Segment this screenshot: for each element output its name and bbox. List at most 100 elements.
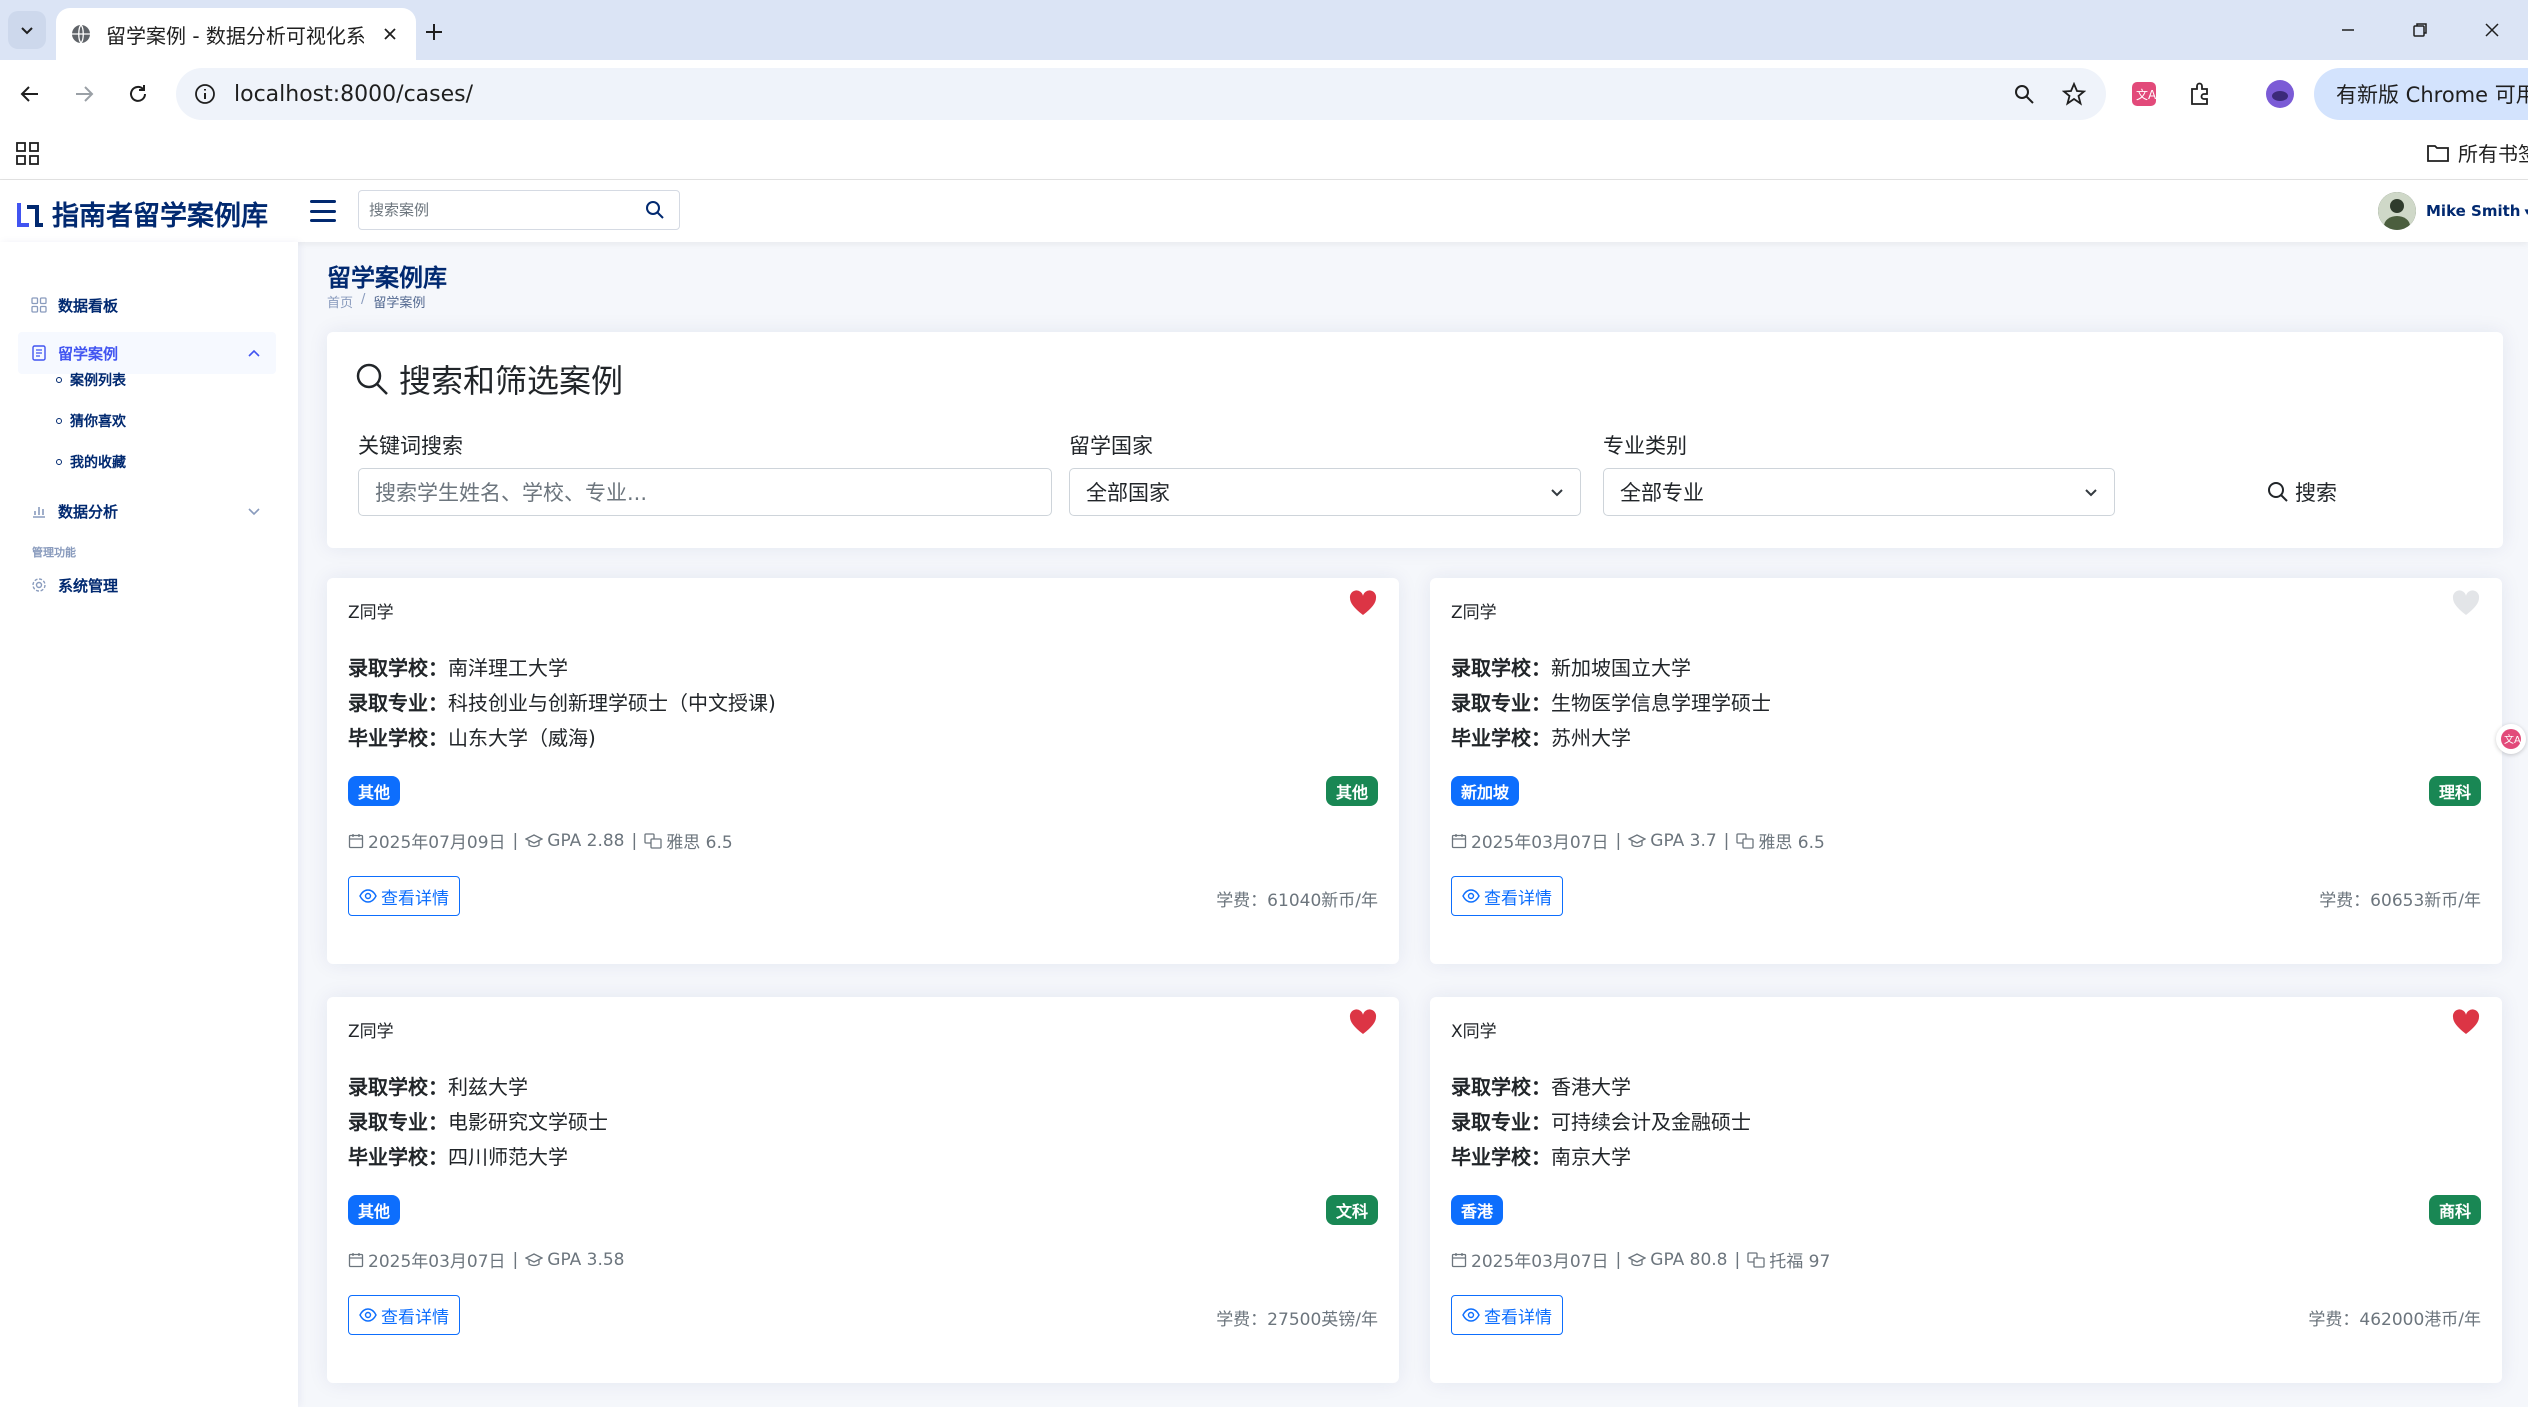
translate-icon [1736,832,1755,849]
keyword-input[interactable]: 搜索学生姓名、学校、专业... [358,468,1052,516]
info-icon[interactable] [194,83,216,105]
case-date: 2025年07月09日 [368,833,506,853]
reload-button[interactable] [118,74,158,114]
view-detail-button[interactable]: 查看详情 [1451,876,1563,916]
address-bar[interactable]: localhost:8000/cases/ [176,68,2106,120]
filter-title: 搜索和筛选案例 [355,356,623,402]
header-search-button[interactable] [635,191,675,229]
tab-title: 留学案例 - 数据分析可视化系统 [106,23,364,48]
country-label: 留学国家 [1069,434,1153,458]
breadcrumb-home[interactable]: 首页 [327,292,353,311]
translate-extension-icon[interactable]: 文A [2126,76,2162,112]
translate-icon [644,832,662,849]
brand-logo-link[interactable]: 指南者留学案例库 [16,194,268,233]
translate-icon: 文A [2132,82,2157,106]
plus-icon [426,24,442,40]
case-grad-school-line: 毕业学校：山东大学（威海) [348,722,596,751]
view-detail-button[interactable]: 查看详情 [348,876,460,916]
chevron-down-icon [21,27,33,35]
case-card: Z同学 录取学校：利兹大学 录取专业：电影研究文学硕士 毕业学校：四川师范大学 其他 文科… [327,997,1399,1383]
sidebar-subitem-favorites[interactable]: 我的收藏 [56,446,126,478]
avatar-icon [2266,80,2294,108]
case-school-line: 录取学校：新加坡国立大学 [1451,652,1691,681]
svg-text:文A: 文A [2504,733,2521,746]
new-tab-button[interactable] [414,12,454,52]
profile-avatar-icon[interactable] [2262,76,2298,112]
sidebar-subitem-case-list[interactable]: 案例列表 [56,364,126,396]
case-student-name: X同学 [1451,1022,1497,1042]
floating-translate-button[interactable]: 文A [2496,724,2526,754]
brand-name: 指南者留学案例库 [52,201,268,232]
category-badge: 商科 [2428,1195,2481,1225]
view-detail-label: 查看详情 [381,1307,449,1328]
bookmarks-bar: 所有书签 [0,128,2528,180]
browser-tab-active[interactable]: 留学案例 - 数据分析可视化系统 [56,8,416,60]
zoom-icon[interactable] [2010,80,2038,108]
view-detail-label: 查看详情 [1484,1307,1552,1328]
filter-search-button[interactable]: 搜索 [2267,468,2337,516]
breadcrumb: 首页 / 留学案例 [327,292,426,311]
country-select-value: 全部国家 [1086,481,1170,505]
forward-button[interactable] [64,74,104,114]
restore-button[interactable] [2384,0,2456,60]
search-icon [2268,482,2288,502]
country-badge: 香港 [1451,1195,1504,1225]
case-gpa: GPA 3.7 [1650,830,1717,851]
close-icon [384,28,396,40]
case-meta: 2025年03月07日 | GPA 3.58 [348,1247,625,1272]
star-icon [2062,82,2086,106]
tab-search-button[interactable] [8,11,46,49]
case-tuition: 学费：61040新币/年 [1216,891,1378,911]
major-select-value: 全部专业 [1620,481,1704,505]
case-language-score: 托福 97 [1769,1252,1831,1272]
graduation-cap-icon [525,1252,544,1266]
major-select[interactable]: 全部专业 [1603,468,2115,516]
favorite-heart-icon[interactable] [1349,1009,1377,1035]
chevron-down-icon [248,508,260,516]
header-search-input[interactable] [359,192,635,228]
arrow-right-icon [76,86,94,102]
extensions-icon[interactable] [2182,76,2218,112]
case-grad-school: 四川师范大学 [448,1145,568,1169]
favorite-heart-icon[interactable] [2452,1009,2480,1035]
gear-icon [30,576,48,594]
back-button[interactable] [10,74,50,114]
grad-school-label: 毕业学校： [1451,726,1551,750]
category-badge: 理科 [2428,776,2481,806]
eye-icon [359,889,377,903]
grad-school-label: 毕业学校： [348,1145,448,1169]
subitem-label: 我的收藏 [70,455,126,471]
case-meta: 2025年03月07日 | GPA 80.8 | 托福 97 [1451,1247,1830,1272]
close-window-button[interactable] [2456,0,2528,60]
arrow-left-icon [20,86,38,102]
favorite-heart-icon[interactable] [2452,590,2480,616]
all-bookmarks-button[interactable]: 所有书签 [2426,138,2528,167]
minimize-button[interactable] [2312,0,2384,60]
view-detail-button[interactable]: 查看详情 [1451,1295,1563,1335]
case-tuition: 学费：27500英镑/年 [1216,1310,1378,1330]
graduation-cap-icon [525,833,544,847]
case-language-score: 雅思 6.5 [1758,833,1825,853]
chrome-update-button[interactable]: 有新版 Chrome 可用⋮ [2314,68,2528,120]
sidebar-subitem-recommend[interactable]: 猜你喜欢 [56,405,126,437]
calendar-icon [348,1252,364,1267]
sidebar-item-system[interactable]: 系统管理 [18,564,276,606]
sidebar-toggle-button[interactable] [308,196,338,226]
apps-grid-icon[interactable] [14,140,42,168]
url-text: localhost:8000/cases/ [234,81,474,107]
subitem-label: 案例列表 [70,373,126,389]
chevron-down-icon [2085,489,2097,497]
sidebar-item-dashboard[interactable]: 数据看板 [18,284,276,326]
eye-icon [359,1308,377,1322]
country-badge: 其他 [348,1195,401,1225]
sidebar-item-analysis[interactable]: 数据分析 [18,490,276,532]
sidebar-item-label: 数据看板 [58,296,119,315]
favorite-heart-icon[interactable] [1349,590,1377,616]
bookmark-star-icon[interactable] [2060,80,2088,108]
view-detail-button[interactable]: 查看详情 [348,1295,460,1335]
country-select[interactable]: 全部国家 [1069,468,1581,516]
svg-text:文A: 文A [2136,87,2157,102]
case-school: 新加坡国立大学 [1551,656,1691,680]
tab-close-button[interactable] [378,22,402,46]
user-profile-dropdown[interactable]: Mike Smith ▾ [2378,192,2528,230]
